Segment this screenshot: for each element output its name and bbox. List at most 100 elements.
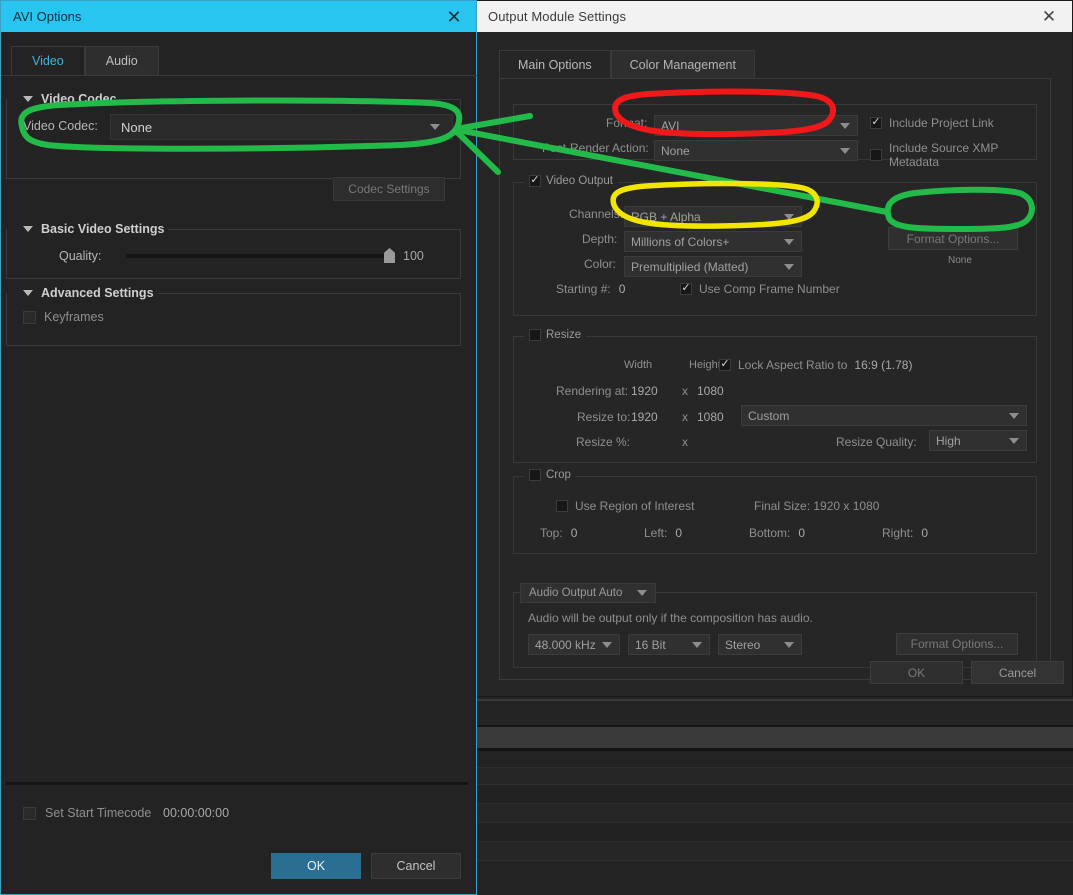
audio-note: Audio will be output only if the composi… xyxy=(528,611,813,625)
include-xmp-checkbox[interactable] xyxy=(870,149,882,161)
crop-checkbox[interactable] xyxy=(529,469,541,481)
audio-format-options-button[interactable]: Format Options... xyxy=(896,633,1018,655)
chevron-down-icon xyxy=(784,263,794,270)
audio-channels-dropdown[interactable]: Stereo xyxy=(718,634,802,655)
rendering-at-height: 1080 xyxy=(697,384,724,398)
format-value: AVI xyxy=(661,118,680,133)
crop-top-value[interactable]: 0 xyxy=(571,526,578,540)
timecode-value[interactable]: 00:00:00:00 xyxy=(163,806,229,820)
crop-left-label: Left: xyxy=(644,526,668,540)
post-render-action-dropdown[interactable]: None xyxy=(654,140,858,161)
resize-checkbox[interactable] xyxy=(529,329,541,341)
resize-preset-value: Custom xyxy=(748,408,790,423)
crop-group: Crop Use Region of Interest Final Size: … xyxy=(513,469,1037,554)
close-icon[interactable]: ✕ xyxy=(1026,1,1072,32)
chevron-down-icon xyxy=(784,238,794,245)
crop-legend: Crop xyxy=(524,469,576,481)
color-dropdown[interactable]: Premultiplied (Matted) xyxy=(624,256,802,277)
oms-tabstrip: Main Options Color Management xyxy=(499,50,755,79)
use-region-of-interest-label: Use Region of Interest xyxy=(575,499,695,513)
oms-titlebar: Output Module Settings ✕ xyxy=(477,1,1072,32)
oms-ok-button[interactable]: OK xyxy=(870,661,963,684)
audio-rate-value: 48.000 kHz xyxy=(535,637,596,652)
use-region-of-interest-checkbox[interactable] xyxy=(556,500,568,512)
video-codec-dropdown[interactable]: None xyxy=(110,114,453,140)
depth-label: Depth: xyxy=(582,232,618,246)
audio-rate-dropdown[interactable]: 48.000 kHz xyxy=(528,634,620,655)
tab-main-options-label: Main Options xyxy=(518,57,592,72)
crop-bottom-value[interactable]: 0 xyxy=(798,526,805,540)
audio-output-legend[interactable]: Audio Output Auto xyxy=(520,583,657,603)
tab-underline xyxy=(1,75,478,76)
tab-color-management[interactable]: Color Management xyxy=(610,50,755,79)
crop-top-label: Top: xyxy=(540,526,563,540)
crop-right-value[interactable]: 0 xyxy=(921,526,928,540)
lock-aspect-ratio-label: Lock Aspect Ratio to xyxy=(738,358,848,372)
resize-group: Resize Width Height Lock Aspect Ratio to… xyxy=(513,329,1037,463)
resize-preset-dropdown[interactable]: Custom xyxy=(741,405,1027,426)
avi-ok-button[interactable]: OK xyxy=(271,853,361,879)
use-comp-frame-number-checkbox[interactable] xyxy=(680,283,692,295)
audio-output-legend-label: Audio Output Auto xyxy=(529,587,623,599)
include-project-link-label: Include Project Link xyxy=(889,116,994,130)
times-symbol: x xyxy=(682,435,688,449)
include-project-link-checkbox[interactable] xyxy=(870,117,882,129)
channels-value: RGB + Alpha xyxy=(631,209,701,224)
quality-label: Quality: xyxy=(59,249,102,263)
oms-cancel-label: Cancel xyxy=(998,665,1037,680)
resize-quality-dropdown[interactable]: High xyxy=(929,430,1027,451)
audio-format-options-label: Format Options... xyxy=(910,637,1004,651)
video-output-group: Video Output Channels: RGB + Alpha Depth… xyxy=(513,175,1037,316)
tab-audio-label: Audio xyxy=(105,54,138,68)
format-dropdown[interactable]: AVI xyxy=(654,115,858,136)
codec-settings-button[interactable]: Codec Settings xyxy=(333,177,445,201)
format-label: Format: xyxy=(606,116,648,130)
video-output-checkbox[interactable] xyxy=(529,175,541,187)
video-format-options-button[interactable]: Format Options... xyxy=(888,227,1018,250)
depth-dropdown[interactable]: Millions of Colors+ xyxy=(624,231,802,252)
chevron-down-icon xyxy=(784,213,794,220)
chevron-down-icon xyxy=(840,122,850,129)
tab-video[interactable]: Video xyxy=(11,46,85,75)
rendering-at-width: 1920 xyxy=(631,384,658,398)
quality-slider-track[interactable] xyxy=(126,254,391,258)
chevron-down-icon xyxy=(840,147,850,154)
channels-dropdown[interactable]: RGB + Alpha xyxy=(624,206,802,227)
color-label: Color: xyxy=(584,257,617,271)
oms-cancel-button[interactable]: Cancel xyxy=(971,661,1064,684)
tab-main-options[interactable]: Main Options xyxy=(499,50,611,79)
avi-cancel-button[interactable]: Cancel xyxy=(371,853,461,879)
tab-audio[interactable]: Audio xyxy=(84,46,159,75)
resize-to-height[interactable]: 1080 xyxy=(697,410,724,424)
video-output-legend: Video Output xyxy=(524,175,618,187)
audio-depth-dropdown[interactable]: 16 Bit xyxy=(628,634,710,655)
starting-number-value[interactable]: 0 xyxy=(619,282,626,296)
final-size-text: Final Size: 1920 x 1080 xyxy=(754,499,880,513)
tab-color-management-label: Color Management xyxy=(629,58,736,72)
keyframes-label: Keyframes xyxy=(44,310,104,324)
chevron-down-icon xyxy=(1009,437,1019,444)
starting-number-label: Starting #: xyxy=(556,282,611,296)
lock-aspect-ratio-checkbox[interactable] xyxy=(719,359,731,371)
chevron-down-icon xyxy=(692,641,702,648)
resize-quality-value: High xyxy=(936,433,961,448)
post-render-action-label: Post-Render Action: xyxy=(542,141,649,155)
close-icon[interactable]: ✕ xyxy=(432,1,476,32)
codec-settings-label: Codec Settings xyxy=(348,182,430,196)
chevron-down-icon xyxy=(637,590,648,596)
crop-left-value[interactable]: 0 xyxy=(675,526,682,540)
footer-divider xyxy=(6,782,468,785)
width-header: Width xyxy=(624,359,653,371)
use-comp-frame-number-label: Use Comp Frame Number xyxy=(699,282,840,296)
set-start-timecode-checkbox[interactable] xyxy=(23,806,36,820)
depth-value: Millions of Colors+ xyxy=(631,234,730,249)
lock-aspect-ratio-value: 16:9 (1.78) xyxy=(854,358,913,372)
post-render-action-value: None xyxy=(661,143,690,158)
keyframes-checkbox[interactable] xyxy=(23,310,36,324)
resize-percent-label: Resize %: xyxy=(576,435,631,449)
times-symbol: x xyxy=(682,384,688,398)
chevron-down-icon xyxy=(430,124,440,130)
resize-to-width[interactable]: 1920 xyxy=(631,410,658,424)
times-symbol: x xyxy=(682,410,688,424)
chevron-down-icon xyxy=(602,641,612,648)
